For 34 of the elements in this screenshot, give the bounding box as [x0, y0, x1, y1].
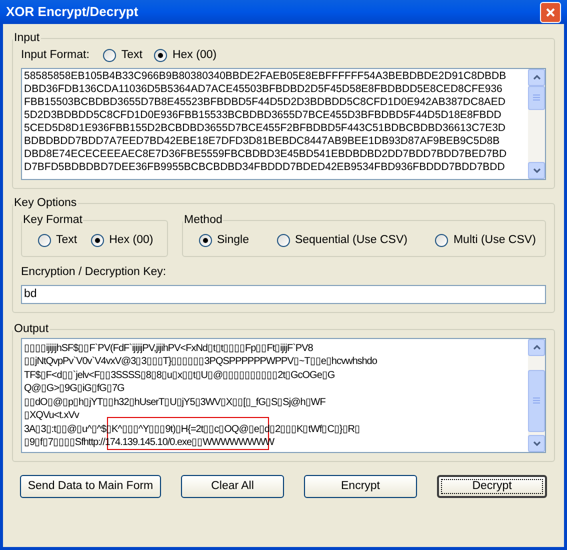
- text-line: 5D2D3BDBDD5C8CFD1D0E936FBB15533BCBDBD3655D7BCE455D3BFBDBD5F44D5D18E8FBDD: [24, 108, 502, 122]
- key-label: Encryption / Decryption Key:: [21, 266, 166, 278]
- group-label: Input: [13, 31, 41, 46]
- action-button[interactable]: Decrypt: [437, 474, 547, 498]
- text-line: D7BFD5BDBDBD7DEE36FB9955BCBCBDBD34FBDDD7BDED42EB9534FBD936FBDDD7BDD7BDD: [24, 160, 506, 174]
- radio-button[interactable]: Sequential (Use CSV): [276, 232, 408, 250]
- format-label: Input Format:: [21, 48, 90, 64]
- group-label: Key Format: [22, 212, 84, 228]
- text-line: DBD36FDB136CDA11036D5B5364AD7ACE45503BFBDBD2D5F45D58E8FBDBDD5E8CED8CFE936: [24, 82, 504, 96]
- group-label: Key Options: [13, 196, 78, 210]
- action-button[interactable]: Encrypt: [304, 474, 417, 498]
- group-label: Output: [13, 322, 50, 336]
- window-title: XOR Encrypt/Decrypt: [6, 3, 138, 22]
- action-button[interactable]: Send Data to Main Form: [20, 474, 161, 498]
- radio-button[interactable]: Text: [38, 232, 78, 250]
- text-line: ▯▯jNtQvpPv`V0v`V4vxV@3▯3▯▯▯T}▯▯▯▯▯▯3PQSPPPPPPWPPV▯~T▯▯e▯hcvwhshdo: [24, 355, 378, 369]
- text-line: FBB15503BCBDBD3655D7B8E45523BFBDBD5F44D5D2D3BDBDD5C8CFD1D0E942AB387DC8AED: [24, 96, 506, 108]
- text-line: TF$▯F<d▯▯`jelv<F▯▯3SSSS▯8▯8▯u▯x▯▯t▯U▯@▯▯▯▯▯▯▯▯▯▯2t▯GcOGe▯G: [24, 368, 336, 382]
- radio-button[interactable]: Multi (Use CSV): [435, 232, 536, 250]
- group-label: Method: [183, 212, 224, 228]
- text-line: ▯▯dO▯@▯p▯h▯jYT▯▯h32▯hUserT▯U▯jY5▯3WV▯X▯▯[▯_fG▯S▯Sj@h▯WF: [24, 396, 326, 410]
- action-button[interactable]: Clear All: [181, 474, 284, 498]
- radio-button[interactable]: Hex (00): [154, 47, 217, 64]
- text-line: Q@▯G>▯9G▯iG▯fG▯7G: [24, 382, 126, 396]
- radio-button[interactable]: Hex (00): [91, 232, 154, 250]
- radio-button[interactable]: Text: [103, 47, 142, 64]
- key-input-field[interactable]: bd: [21, 284, 546, 304]
- text-line: ▯XQVu<t.xVv: [24, 409, 80, 423]
- text-line: 5CED5D8D1E936FBB155D2BCBDBD3655D7BCE455F2BFBDBD5F443C51BDBCBDBD36613C7E3D: [24, 122, 506, 134]
- text-line: 58585858EB105B4B33C966B9B80380340BBDE2FAEB05E8EBFFFFFF54A3BEBDBDE2D91C8DBDB: [24, 70, 508, 82]
- radio-button[interactable]: Single: [199, 232, 249, 250]
- text-line: DBD8E74ECECEEEAEC8E7D36FBE5559FBCBDBD3E45BD541EBDBDBD2DD7BDD7BDD7BED7BD: [24, 148, 508, 160]
- text-line: BDBDBDD7BDD7A7EED7BD42EBE18E7DFD3D81BEBDC8447AB9BEE1DB93D87AF9BEB9C5D8B: [24, 134, 501, 148]
- text-line: ▯▯▯▯ijijijhSF$▯▯F`PV(FdF`ijijijPV,jijihPV<FxNd▯t▯t▯▯▯▯Fp▯▯Ft▯ijijF`PV8: [24, 342, 314, 356]
